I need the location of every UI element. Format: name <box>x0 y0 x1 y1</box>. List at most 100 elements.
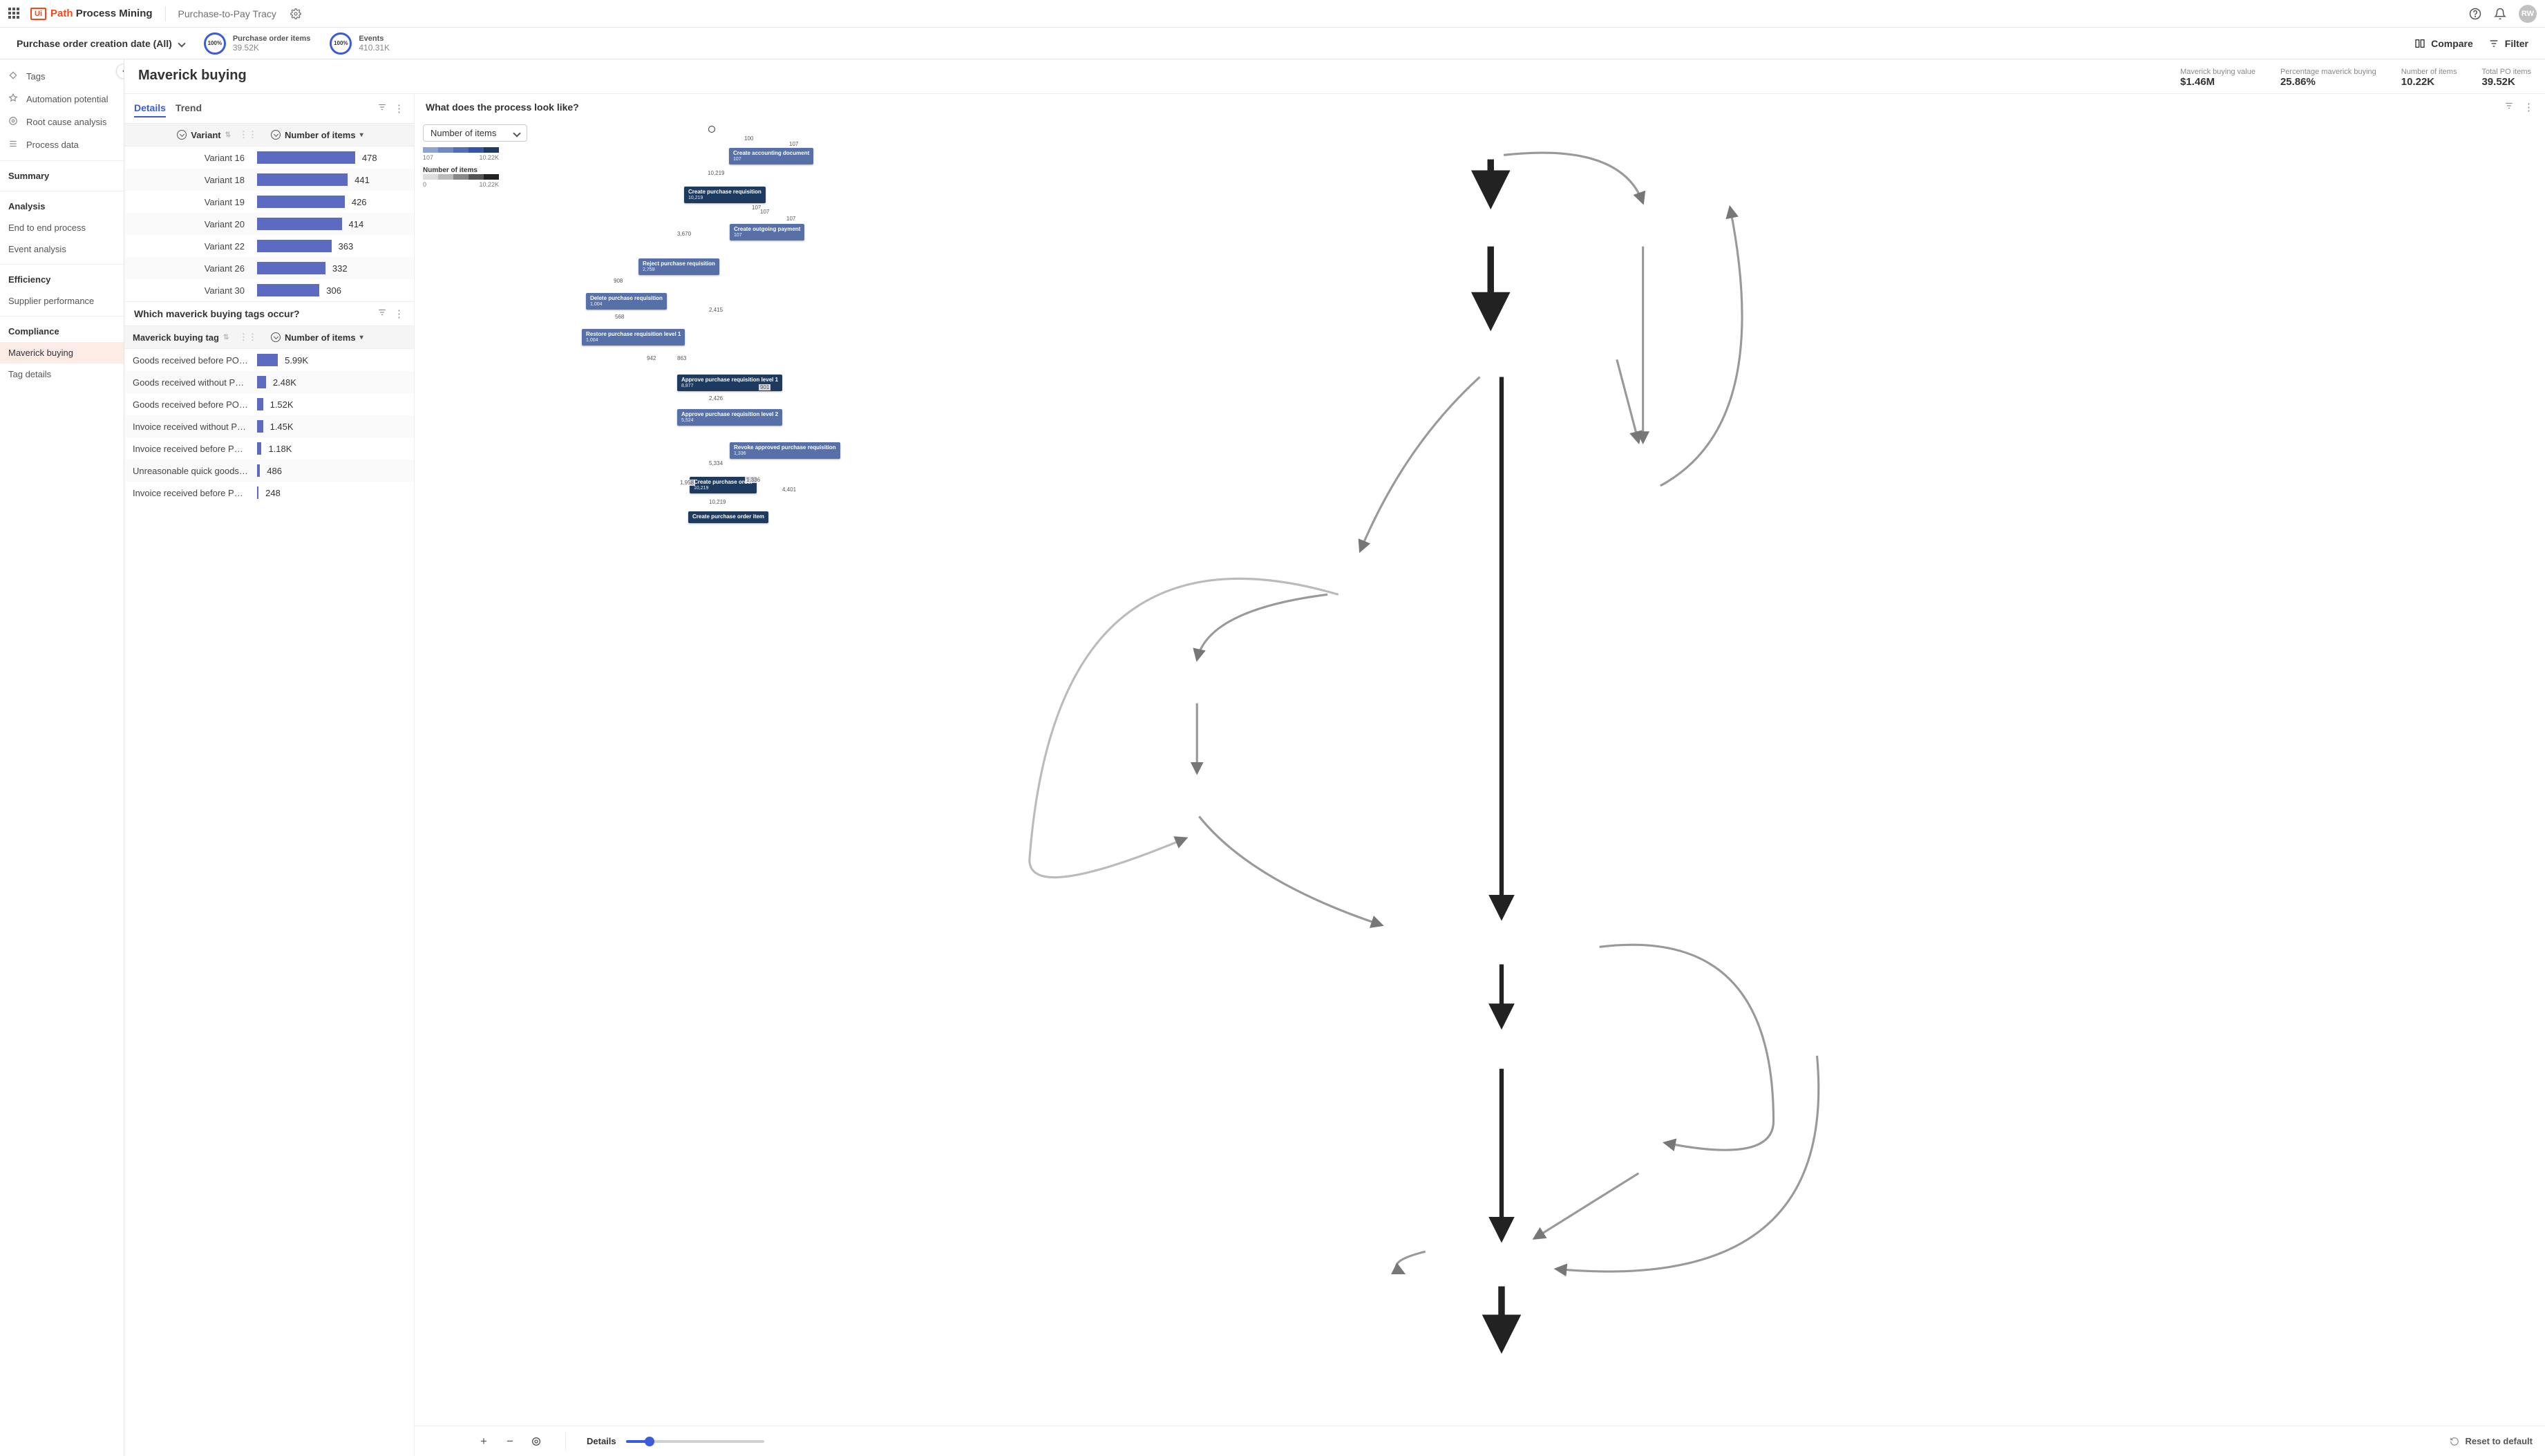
compare-button[interactable]: Compare <box>2414 38 2473 49</box>
process-node[interactable]: Create purchase requisition10,219 <box>684 187 766 203</box>
process-node[interactable]: Reject purchase requisition2,759 <box>638 258 719 275</box>
edge-label: 107 <box>785 216 797 222</box>
apps-icon[interactable] <box>8 8 21 20</box>
sort-icon[interactable] <box>177 130 187 140</box>
process-node[interactable]: Create outgoing payment107 <box>730 224 804 240</box>
sidebar-item[interactable]: Automation potential <box>0 88 124 111</box>
col-items[interactable]: Number of items <box>285 130 356 140</box>
project-name[interactable]: Purchase-to-Pay Tracy <box>178 8 276 19</box>
start-node-icon <box>708 126 715 133</box>
nav-icon <box>8 116 19 128</box>
logo: UiPath Process Mining <box>30 8 153 20</box>
reset-to-default-button[interactable]: Reset to default <box>2450 1436 2533 1446</box>
more-icon[interactable]: ⋮ <box>2524 101 2534 113</box>
table-row[interactable]: Unreasonable quick goods…486 <box>124 460 414 482</box>
gear-icon[interactable] <box>290 8 301 19</box>
col-items[interactable]: Number of items <box>285 332 356 343</box>
table-row[interactable]: Variant 20414 <box>124 213 414 235</box>
sort-icon[interactable] <box>271 332 281 342</box>
table-row[interactable]: Invoice received without P…1.45K <box>124 415 414 437</box>
sidebar-item[interactable]: Maverick buying <box>0 342 124 363</box>
tags-grid-header: Maverick buying tag⇅⋮⋮ Number of items▾ <box>124 325 414 349</box>
edge-label: 3,670 <box>676 231 692 237</box>
stat: Maverick buying value$1.46M <box>2180 68 2255 88</box>
stat: Number of items10.22K <box>2401 68 2457 88</box>
filter-button[interactable]: Filter <box>2488 38 2528 49</box>
tab-details[interactable]: Details <box>134 100 166 117</box>
sidebar-group[interactable]: Analysis <box>0 196 124 217</box>
filter-icon[interactable] <box>2504 101 2514 113</box>
edge-label: 863 <box>676 355 688 361</box>
filter-icon[interactable] <box>377 308 387 320</box>
sidebar-item[interactable]: End to end process <box>0 217 124 238</box>
sort-icon[interactable] <box>271 130 281 140</box>
table-row[interactable]: Invoice received before PO…1.18K <box>124 437 414 460</box>
date-filter-chip[interactable]: Purchase order creation date (All) <box>17 38 185 49</box>
table-row[interactable]: Variant 16478 <box>124 146 414 169</box>
table-row[interactable]: Goods received before PO …5.99K <box>124 349 414 371</box>
process-panel-title: What does the process look like? <box>426 102 579 113</box>
page-header: Maverick buying Maverick buying value$1.… <box>124 59 2545 94</box>
chevron-down-icon <box>178 39 185 47</box>
zoom-fit-button[interactable] <box>528 1433 545 1450</box>
bell-icon[interactable] <box>2494 8 2506 20</box>
sidebar-item[interactable]: Event analysis <box>0 238 124 260</box>
kpi-events: 100% Events410.31K <box>330 32 390 55</box>
kpi-po-items: 100% Purchase order items39.52K <box>204 32 311 55</box>
sidebar-item[interactable]: Tag details <box>0 363 124 385</box>
edge-label: 2,426 <box>708 395 724 401</box>
page-title: Maverick buying <box>138 68 247 84</box>
more-icon[interactable]: ⋮ <box>394 102 404 115</box>
nav-icon <box>8 139 19 151</box>
process-node[interactable]: Create purchase order item <box>688 511 768 523</box>
sidebar-group[interactable]: Efficiency <box>0 269 124 290</box>
sidebar-item[interactable]: Root cause analysis <box>0 111 124 133</box>
table-row[interactable]: Invoice received before PO…248 <box>124 482 414 504</box>
table-row[interactable]: Variant 19426 <box>124 191 414 213</box>
filter-icon[interactable] <box>377 102 387 115</box>
process-node[interactable]: Restore purchase requisition level 11,00… <box>582 329 685 346</box>
process-node[interactable]: Delete purchase requisition1,004 <box>586 293 667 310</box>
ring-icon: 100% <box>204 32 226 55</box>
stat: Total PO items39.52K <box>2481 68 2531 88</box>
table-row[interactable]: Variant 26332 <box>124 257 414 279</box>
edge-label: 908 <box>612 278 624 284</box>
table-row[interactable]: Variant 18441 <box>124 169 414 191</box>
process-diagram[interactable]: Create accounting document107 Create purc… <box>415 120 2545 1426</box>
edge-label: 2,415 <box>708 307 724 313</box>
edge-label: 107 <box>759 209 770 215</box>
table-row[interactable]: Goods received without P…2.48K <box>124 371 414 393</box>
more-icon[interactable]: ⋮ <box>394 308 404 320</box>
zoom-out-button[interactable]: − <box>502 1433 518 1450</box>
edge-label: 100 <box>743 135 755 142</box>
help-icon[interactable] <box>2469 8 2481 20</box>
table-row[interactable]: Variant 30306 <box>124 279 414 301</box>
nav-icon <box>8 93 19 105</box>
sidebar-item[interactable]: Tags <box>0 65 124 88</box>
table-row[interactable]: Variant 22363 <box>124 235 414 257</box>
subbar: Purchase order creation date (All) 100% … <box>0 28 2545 59</box>
sidebar: ‹ TagsAutomation potentialRoot cause ana… <box>0 59 124 1456</box>
avatar[interactable]: RW <box>2519 5 2537 23</box>
table-row[interactable]: Goods received before PO …1.52K <box>124 393 414 415</box>
process-node[interactable]: Approve purchase requisition level 25,52… <box>677 409 782 426</box>
topbar: UiPath Process Mining Purchase-to-Pay Tr… <box>0 0 2545 28</box>
sidebar-group[interactable]: Compliance <box>0 321 124 342</box>
detail-slider-label: Details <box>587 1436 616 1446</box>
edge-label: 1,336 <box>745 477 761 483</box>
variants-grid-header: Variant⇅⋮⋮ Number of items▾ <box>124 123 414 146</box>
sidebar-item[interactable]: Process data <box>0 133 124 156</box>
ring-icon: 100% <box>330 32 352 55</box>
detail-slider[interactable]: Details <box>587 1436 764 1446</box>
sidebar-group[interactable]: Summary <box>0 165 124 187</box>
tab-trend[interactable]: Trend <box>176 100 202 117</box>
process-node[interactable]: Create accounting document107 <box>729 148 813 164</box>
col-variant[interactable]: Variant <box>191 130 220 140</box>
diagram-footer: + − Details Reset to default <box>415 1426 2545 1456</box>
col-tag[interactable]: Maverick buying tag <box>133 332 219 343</box>
tags-panel: Which maverick buying tags occur? ⋮ Mave… <box>124 301 414 1456</box>
tags-panel-title: Which maverick buying tags occur? <box>134 308 300 319</box>
zoom-in-button[interactable]: + <box>475 1433 492 1450</box>
sidebar-item[interactable]: Supplier performance <box>0 290 124 312</box>
process-node[interactable]: Revoke approved purchase requisition1,33… <box>730 442 840 459</box>
